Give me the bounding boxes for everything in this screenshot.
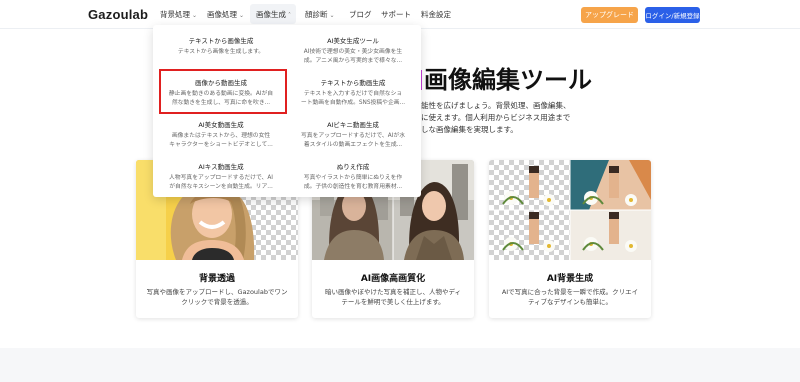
upgrade-button[interactable]: アップグレード: [581, 7, 638, 23]
nav-image-processing[interactable]: 画像処理 ⌄: [207, 9, 244, 20]
background-generation-illustration: [489, 160, 651, 260]
menu-item-desc-line: 人物写真をアップロードするだけで、AI: [169, 175, 273, 181]
card-description: AIで写真に合った背景を一瞬で作成。クリエイティブなデザインも簡単に。: [501, 288, 639, 306]
menu-item-title: AI美女動画生成: [198, 121, 244, 129]
menu-item-desc-line: 静止画を動きのある動画に変換。AIが自: [168, 91, 274, 97]
menu-item-desc-line: キャラクターをショートビデオとして...: [169, 141, 273, 148]
footer-band: [0, 348, 800, 382]
hero-desc-line: 能性を広げましょう。背景処理、画像編集、: [421, 101, 571, 110]
menu-item-desc: 静止画を動きのある動画に変換。AIが自 然な動きを生成し、写真に命を吹き...: [157, 90, 285, 107]
card-title: AI背景生成: [546, 274, 594, 284]
menu-item-title: AIビキニ動画生成: [327, 121, 379, 129]
menu-item-ai-kiss-video[interactable]: AIキス動画生成 人物写真をアップロードするだけで、AI が自然なキスシーンを自…: [157, 156, 285, 196]
card-description: 暗い画像やぼやけた写真を補正し、人物やディテールを鮮明で美しく仕上げます。: [324, 288, 462, 306]
menu-item-title: ぬりえ作成: [336, 163, 370, 171]
menu-item-title: テキストから画像生成: [188, 37, 254, 45]
menu-item-desc-line: 成。子供の創造性を育む教育用素材...: [303, 183, 403, 190]
menu-item-title: AIキス動画生成: [198, 163, 244, 171]
menu-item-coloring-page[interactable]: ぬりえ作成 写真やイラストから簡単にぬりえを作 成。子供の創造性を育む教育用素材…: [289, 156, 417, 196]
chevron-down-icon: ⌄: [329, 12, 335, 19]
menu-item-text-to-video[interactable]: テキストから動画生成 テキストを入力するだけで自然なショ ート動画を自動作成。S…: [289, 72, 417, 112]
card-title: AI画像高画質化: [360, 274, 426, 284]
menu-item-title: 画像から動画生成: [195, 79, 247, 87]
hero-title-text: 画像編集ツール: [424, 66, 592, 94]
menu-item-desc-line: テキストから画像を生成します。: [177, 49, 265, 55]
nav-label: 顔診断: [305, 10, 328, 19]
menu-item-desc: 写真をアップロードするだけで、AIが水 着スタイルの動画エフェクトを生成...: [289, 132, 417, 149]
hero-title: 画像編集ツール: [417, 60, 592, 95]
menu-item-desc-line: 写真をアップロードするだけで、AIが水: [301, 133, 405, 139]
menu-item-desc-line: AI技術で理想の美女・美少女画像を生: [303, 49, 403, 55]
menu-item-title: テキストから動画生成: [320, 79, 386, 87]
menu-item-desc-line: 写真やイラストから簡単にぬりえを作: [303, 175, 403, 181]
menu-item-desc: 写真やイラストから簡単にぬりえを作 成。子供の創造性を育む教育用素材...: [289, 174, 417, 191]
menu-item-desc-line: 成。アニメ風から写実的まで様々な...: [303, 57, 403, 64]
menu-item-desc-line: 然な動きを生成し、写真に命を吹き...: [171, 99, 271, 106]
nav-label: 画像生成: [256, 10, 286, 19]
menu-item-desc: テキストから画像を生成します。: [157, 48, 285, 57]
nav-label: 料金設定: [421, 10, 451, 19]
nav-label: サポート: [381, 10, 411, 19]
menu-item-title: AI美女生成ツール: [327, 37, 379, 45]
nav-image-generation[interactable]: 画像生成 ˄: [256, 9, 291, 20]
menu-item-ai-bikini-video[interactable]: AIビキニ動画生成 写真をアップロードするだけで、AIが水 着スタイルの動画エフ…: [289, 114, 417, 154]
card-title: 背景透過: [198, 274, 235, 284]
menu-item-ai-beauty-generator[interactable]: AI美女生成ツール AI技術で理想の美女・美少女画像を生 成。アニメ風から写実的…: [289, 30, 417, 70]
nav-pricing[interactable]: 料金設定: [421, 9, 451, 20]
login-register-button[interactable]: ログイン/新規登録: [645, 7, 700, 23]
menu-item-desc: 人物写真をアップロードするだけで、AI が自然なキスシーンを自動生成。リア...: [157, 174, 285, 191]
chevron-down-icon: ⌄: [239, 12, 245, 19]
hero-desc-line: に使えます。個人利用からビジネス用途まで: [421, 113, 571, 122]
nav-label: 画像処理: [207, 10, 237, 19]
hero-desc-line: しな画像編集を実現します。: [421, 125, 518, 134]
image-generation-dropdown: テキストから画像生成 テキストから画像を生成します。 AI美女生成ツール AI技…: [153, 25, 421, 197]
nav-blog[interactable]: ブログ: [349, 9, 372, 20]
chevron-up-icon: ˄: [288, 12, 291, 19]
nav-label: 背景処理: [160, 10, 190, 19]
logo[interactable]: Gazoulab: [88, 7, 148, 22]
nav-label: ブログ: [349, 10, 372, 19]
menu-item-image-to-video[interactable]: 画像から動画生成 静止画を動きのある動画に変換。AIが自 然な動きを生成し、写真…: [157, 72, 285, 112]
card-description: 写真や画像をアップロードし、Gazoulabでワンクリックで背景を透過。: [146, 288, 288, 306]
menu-item-ai-beauty-video[interactable]: AI美女動画生成 画像またはテキストから、理想の女性 キャラクターをショートビデ…: [157, 114, 285, 154]
card-ai-background-generation[interactable]: AI背景生成 AIで写真に合った背景を一瞬で作成。クリエイティブなデザインも簡単…: [489, 160, 651, 318]
menu-item-desc-line: 画像またはテキストから、理想の女性: [171, 133, 271, 139]
nav-face-diagnosis[interactable]: 顔診断 ⌄: [305, 9, 335, 20]
hero-description: 能性を広げましょう。背景処理、画像編集、 に使えます。個人利用からビジネス用途ま…: [421, 100, 591, 136]
menu-item-text-to-image[interactable]: テキストから画像生成 テキストから画像を生成します。: [157, 30, 285, 70]
menu-item-desc: 画像またはテキストから、理想の女性 キャラクターをショートビデオとして...: [157, 132, 285, 149]
menu-item-desc-line: テキストを入力するだけで自然なショ: [303, 91, 403, 97]
nav-support[interactable]: サポート: [381, 9, 411, 20]
menu-item-desc: AI技術で理想の美女・美少女画像を生 成。アニメ風から写実的まで様々な...: [289, 48, 417, 65]
chevron-down-icon: ⌄: [192, 12, 198, 19]
card-image: [489, 160, 651, 260]
menu-item-desc-line: 着スタイルの動画エフェクトを生成...: [303, 141, 403, 148]
menu-item-desc-line: が自然なキスシーンを自動生成。リア...: [169, 183, 273, 190]
menu-item-desc-line: ート動画を自動作成。SNS投稿や企画...: [300, 99, 406, 106]
nav-background-processing[interactable]: 背景処理 ⌄: [160, 9, 197, 20]
menu-item-desc: テキストを入力するだけで自然なショ ート動画を自動作成。SNS投稿や企画...: [289, 90, 417, 107]
